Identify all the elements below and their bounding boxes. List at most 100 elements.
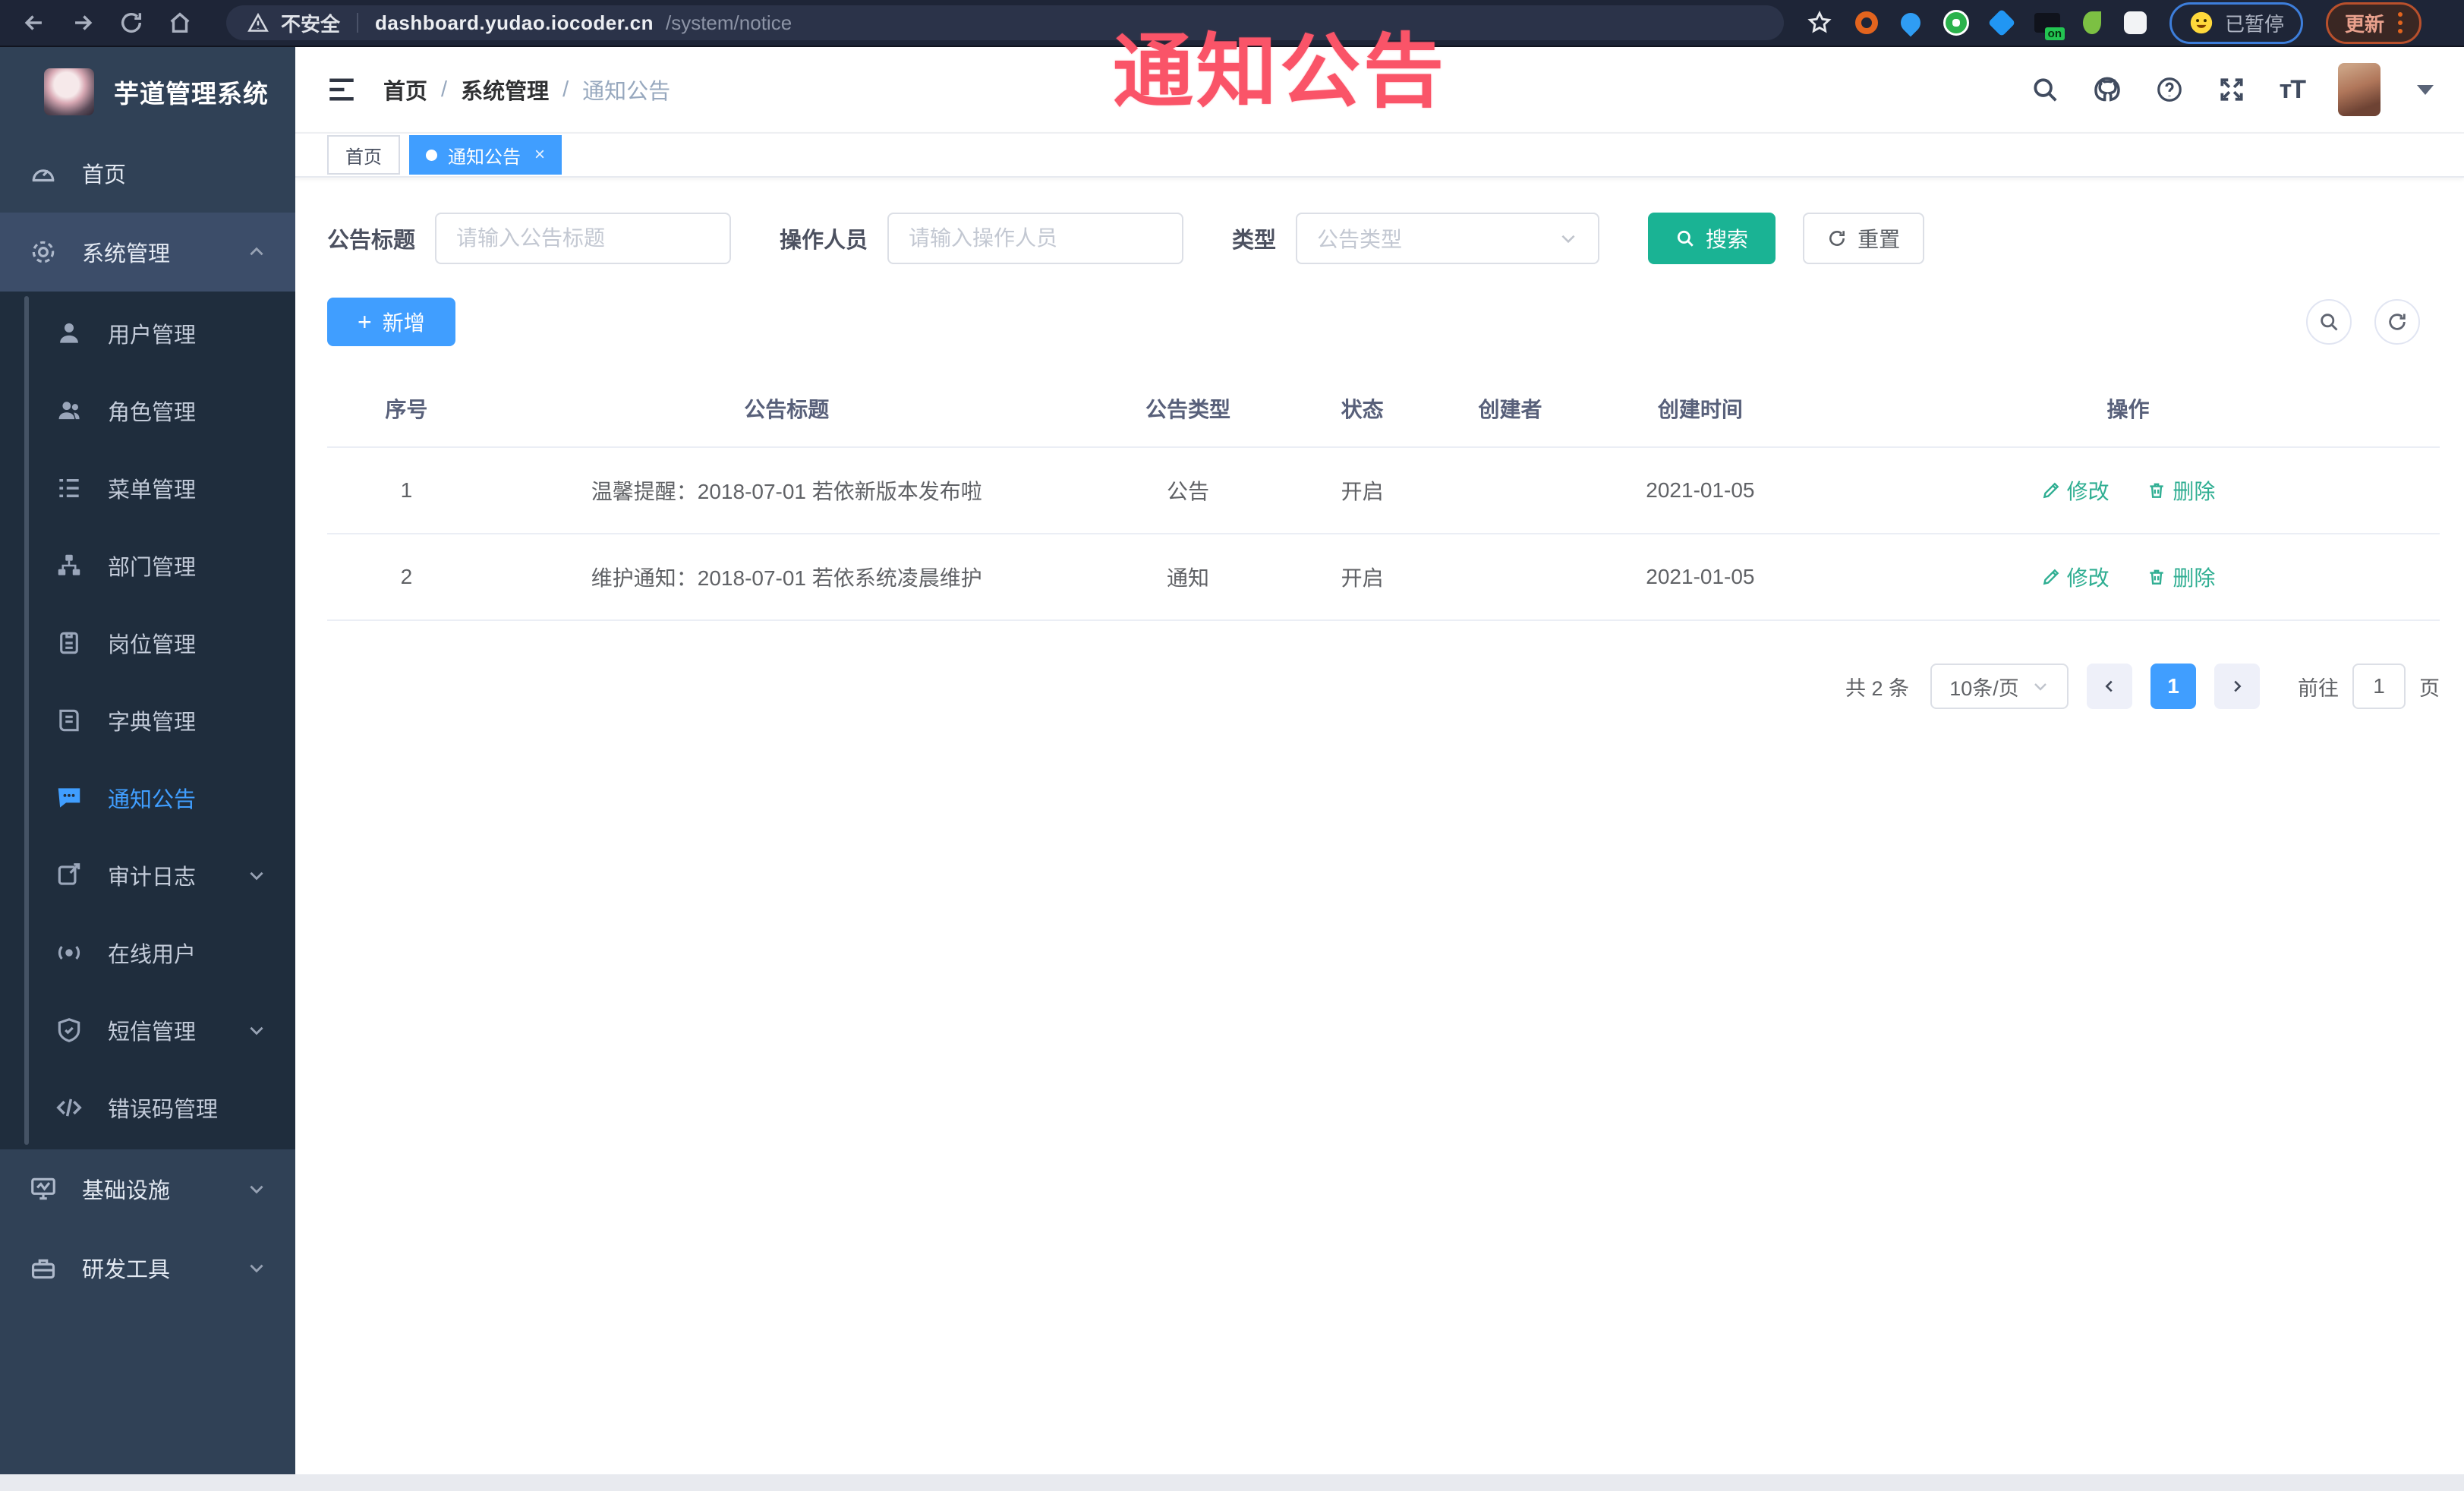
header-actions: тT (2031, 63, 2434, 116)
tab-home[interactable]: 首页 (327, 135, 400, 175)
sidebar-item-devtools[interactable]: 研发工具 (0, 1228, 295, 1307)
url-divider (357, 13, 359, 33)
extensions-puzzle-icon[interactable] (2124, 11, 2147, 34)
github-icon[interactable] (2093, 75, 2122, 104)
col-actions: 操作 (1816, 374, 2440, 448)
tab-close-icon[interactable]: × (534, 146, 545, 164)
security-label[interactable]: 不安全 (281, 9, 340, 37)
prev-page-button[interactable] (2087, 664, 2132, 709)
goto-page-input[interactable] (2352, 664, 2406, 709)
kebab-menu-icon[interactable] (2398, 12, 2403, 33)
goto-label: 前往 (2298, 676, 2339, 700)
profile-paused-chip[interactable]: 已暂停 (2169, 2, 2304, 44)
cell-title: 温馨提醒：2018-07-01 若依新版本发布啦 (485, 447, 1088, 534)
breadcrumb-notice: 通知公告 (582, 80, 671, 104)
bookmark-star-icon[interactable] (1807, 10, 1832, 36)
cell-status: 开启 (1288, 447, 1437, 534)
search-icon (1677, 230, 1694, 247)
sidebar-item-users[interactable]: 用户管理 (0, 295, 295, 372)
add-button[interactable]: + 新增 (327, 298, 455, 346)
sidebar-item-notice[interactable]: 通知公告 (0, 759, 295, 837)
app-logo (44, 68, 94, 115)
cell-no: 1 (327, 447, 486, 534)
code-icon (56, 1099, 82, 1117)
sidebar-item-sms[interactable]: 短信管理 (0, 991, 295, 1069)
next-page-button[interactable] (2214, 664, 2260, 709)
extension-green-icon[interactable] (1943, 10, 1969, 36)
font-size-icon[interactable]: тT (2280, 75, 2306, 105)
url-path: /system/notice (665, 11, 792, 34)
operator-filter-input[interactable] (887, 213, 1184, 264)
emoji-avatar (2190, 11, 2213, 34)
chevron-down-icon (250, 872, 263, 881)
delete-button[interactable]: 删除 (2147, 562, 2215, 592)
total-count: 共 2 条 (1845, 676, 1909, 700)
refresh-table-button[interactable] (2374, 299, 2420, 345)
title-filter-input[interactable] (435, 213, 732, 264)
browser-toolbar: 不安全 dashboard.yudao.iocoder.cn/system/no… (0, 0, 2464, 47)
sidebar-item-home[interactable]: 首页 (0, 134, 295, 213)
extension-pin-icon[interactable] (1896, 8, 1925, 37)
delete-button[interactable]: 删除 (2147, 475, 2215, 506)
forward-icon[interactable] (70, 10, 96, 36)
reload-icon[interactable] (118, 10, 144, 36)
back-icon[interactable] (21, 10, 47, 36)
sidebar-item-online[interactable]: 在线用户 (0, 914, 295, 991)
sidebar-item-menus[interactable]: 菜单管理 (0, 449, 295, 527)
chrome-update-button[interactable]: 更新 (2326, 2, 2422, 44)
title-filter-label: 公告标题 (327, 229, 416, 253)
edit-button[interactable]: 修改 (2041, 475, 2110, 506)
menu-list-icon (59, 478, 79, 498)
chevron-up-icon (250, 247, 263, 256)
sidebar-item-auditlog[interactable]: 审计日志 (0, 837, 295, 914)
breadcrumb-home[interactable]: 首页 (383, 74, 427, 106)
type-select[interactable]: 公告类型 (1296, 213, 1600, 264)
tab-notice[interactable]: 通知公告 × (409, 135, 562, 175)
page-size-select[interactable]: 10条/页 (1930, 664, 2069, 709)
user-icon (60, 323, 78, 343)
search-icon (2321, 314, 2338, 331)
sidebar-item-system[interactable]: 系统管理 (0, 213, 295, 292)
sidebar-item-roles[interactable]: 角色管理 (0, 372, 295, 449)
search-icon[interactable] (2031, 75, 2059, 104)
cell-status: 开启 (1288, 534, 1437, 621)
pagination: 共 2 条 10条/页 1 前往 页 (327, 664, 2440, 709)
reset-button[interactable]: 重置 (1803, 213, 1925, 264)
sidebar-item-depts[interactable]: 部门管理 (0, 527, 295, 604)
cell-title: 维护通知：2018-07-01 若依系统凌晨维护 (485, 534, 1088, 621)
active-tab-dot (426, 149, 437, 161)
sidebar-item-errorcode[interactable]: 错误码管理 (0, 1069, 295, 1146)
fullscreen-icon[interactable] (2217, 75, 2246, 104)
help-icon[interactable] (2155, 75, 2184, 104)
filter-title-group: 公告标题 (327, 213, 732, 264)
sidebar-item-infra[interactable]: 基础设施 (0, 1149, 295, 1228)
sidebar-item-dict[interactable]: 字典管理 (0, 682, 295, 759)
browser-window: 不安全 dashboard.yudao.iocoder.cn/system/no… (0, 0, 2464, 1491)
url-bar[interactable]: 不安全 dashboard.yudao.iocoder.cn/system/no… (226, 5, 1784, 40)
edit-icon (2043, 482, 2059, 499)
breadcrumb-system[interactable]: 系统管理 (461, 74, 549, 106)
avatar-caret-icon[interactable] (2417, 84, 2434, 95)
filter-type-group: 类型 公告类型 (1232, 213, 1600, 264)
home-icon[interactable] (167, 10, 193, 36)
refresh-icon (2389, 314, 2406, 330)
extension-orange-icon[interactable] (1855, 11, 1878, 34)
toggle-search-button[interactable] (2306, 299, 2352, 345)
chevron-down-icon (1561, 235, 1575, 244)
plus-icon: + (358, 308, 372, 336)
extension-switch-icon[interactable]: on (2034, 13, 2065, 40)
page-number-1[interactable]: 1 (2150, 664, 2196, 709)
edit-button[interactable]: 修改 (2041, 562, 2110, 592)
url-host: dashboard.yudao.iocoder.cn (375, 11, 654, 34)
search-button[interactable]: 搜索 (1648, 213, 1776, 264)
user-avatar[interactable] (2338, 63, 2381, 116)
sidebar-item-posts[interactable]: 岗位管理 (0, 604, 295, 682)
col-created: 创建时间 (1583, 374, 1816, 448)
notice-table: 序号 公告标题 公告类型 状态 创建者 创建时间 操作 1 温馨提醒：2018- (327, 374, 2440, 621)
tabs-bar: 首页 通知公告 × (295, 134, 2464, 178)
extension-gem-icon[interactable] (1987, 8, 2016, 37)
sidebar-toggle-icon[interactable] (326, 74, 358, 106)
app-logo-row[interactable]: 芋道管理系统 (0, 47, 295, 134)
extension-sprout-icon[interactable] (2083, 11, 2101, 34)
monitor-icon (31, 1177, 55, 1200)
